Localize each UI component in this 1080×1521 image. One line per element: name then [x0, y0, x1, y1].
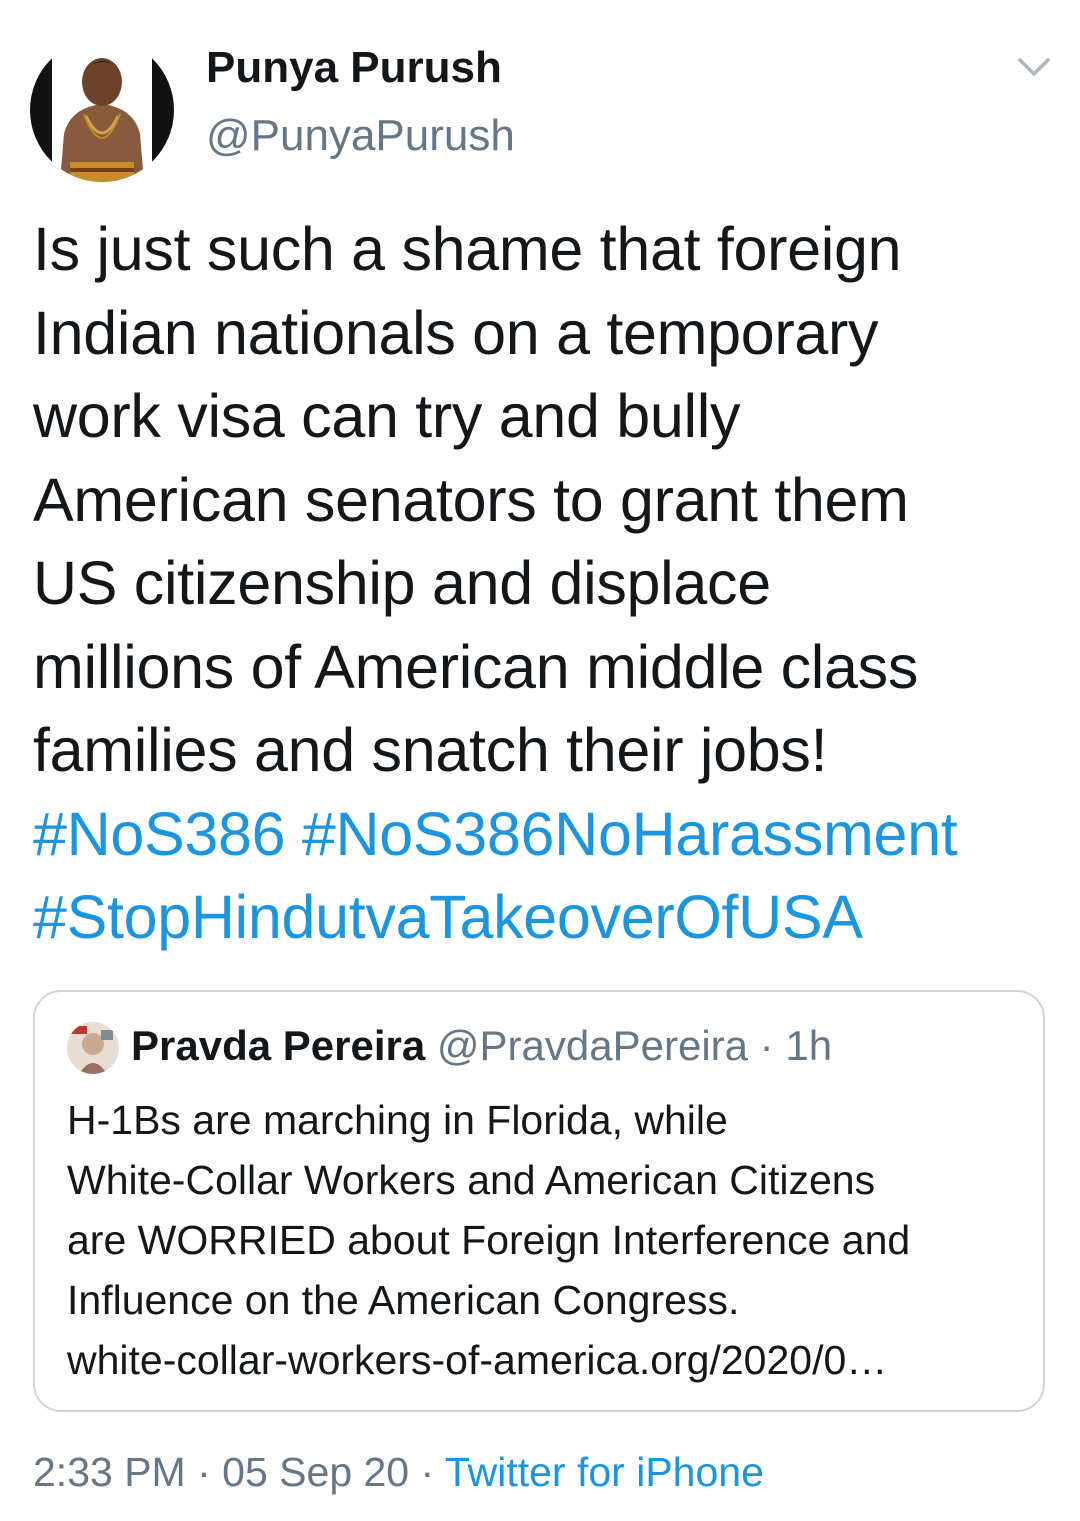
tweet-text-line: families and snatch their jobs! [33, 716, 828, 784]
tweet-text-line: work visa can try and bully [33, 382, 741, 450]
quoted-text-line: are WORRIED about Foreign Interference a… [67, 1217, 911, 1263]
hashtag-line: #StopHindutvaTakeoverOfUSA [33, 876, 1073, 960]
tweet-text-line: millions of American middle class [33, 632, 919, 701]
tweet-text-line: American senators to grant them [33, 465, 909, 534]
tweet-source-link[interactable]: Twitter for iPhone [445, 1449, 764, 1495]
avatar-image [30, 38, 174, 182]
tweet-text: Is just such a shame that foreign Indian… [33, 208, 1073, 960]
tweet-text-line: Indian nationals on a temporary [33, 298, 879, 367]
quoted-display-name[interactable]: Pravda Pereira [131, 1022, 425, 1069]
quoted-tweet-header: Pravda Pereira @PravdaPereira · 1h [131, 1016, 832, 1076]
hashtag-line: #NoS386 #NoS386NoHarassment [33, 793, 1073, 877]
tweet-meta: 2:33 PM · 05 Sep 20 · Twitter for iPhone [33, 1442, 764, 1502]
avatar[interactable] [30, 38, 174, 182]
quoted-url[interactable]: white-collar-workers-of-america.org/2020… [67, 1330, 1027, 1390]
separator-dot: · [759, 1022, 774, 1069]
tweet-text-line: Is just such a shame that foreign [33, 215, 902, 283]
tweet-text-line: US citizenship and displace [33, 549, 771, 617]
quoted-timestamp[interactable]: 1h [785, 1022, 832, 1069]
chevron-down-icon[interactable] [1012, 50, 1056, 84]
separator-dot: · [197, 1449, 211, 1495]
quoted-tweet-text: H-1Bs are marching in Florida, while Whi… [67, 1090, 1027, 1390]
quoted-text-line: H-1Bs are marching in Florida, while [67, 1097, 728, 1143]
hashtag-link[interactable]: #NoS386 [33, 800, 286, 868]
quoted-avatar[interactable] [67, 1022, 119, 1074]
quoted-tweet-card[interactable]: Pravda Pereira @PravdaPereira · 1h H-1Bs… [33, 990, 1045, 1412]
hashtag-link[interactable]: #StopHindutvaTakeoverOfUSA [33, 883, 863, 951]
quoted-text-line: White-Collar Workers and American Citize… [67, 1157, 876, 1203]
tweet: Punya Purush @PunyaPurush Is just such a… [0, 0, 1080, 1521]
quoted-text-line: Influence on the American Congress. [67, 1277, 740, 1323]
author-handle[interactable]: @PunyaPurush [206, 108, 515, 164]
separator-dot: · [420, 1449, 435, 1495]
author-display-name[interactable]: Punya Purush [206, 40, 502, 96]
quoted-handle[interactable]: @PravdaPereira [437, 1022, 748, 1069]
tweet-date[interactable]: 05 Sep 20 [222, 1449, 409, 1495]
hashtag-link[interactable]: #NoS386NoHarassment [302, 800, 958, 868]
tweet-time[interactable]: 2:33 PM [33, 1449, 186, 1495]
